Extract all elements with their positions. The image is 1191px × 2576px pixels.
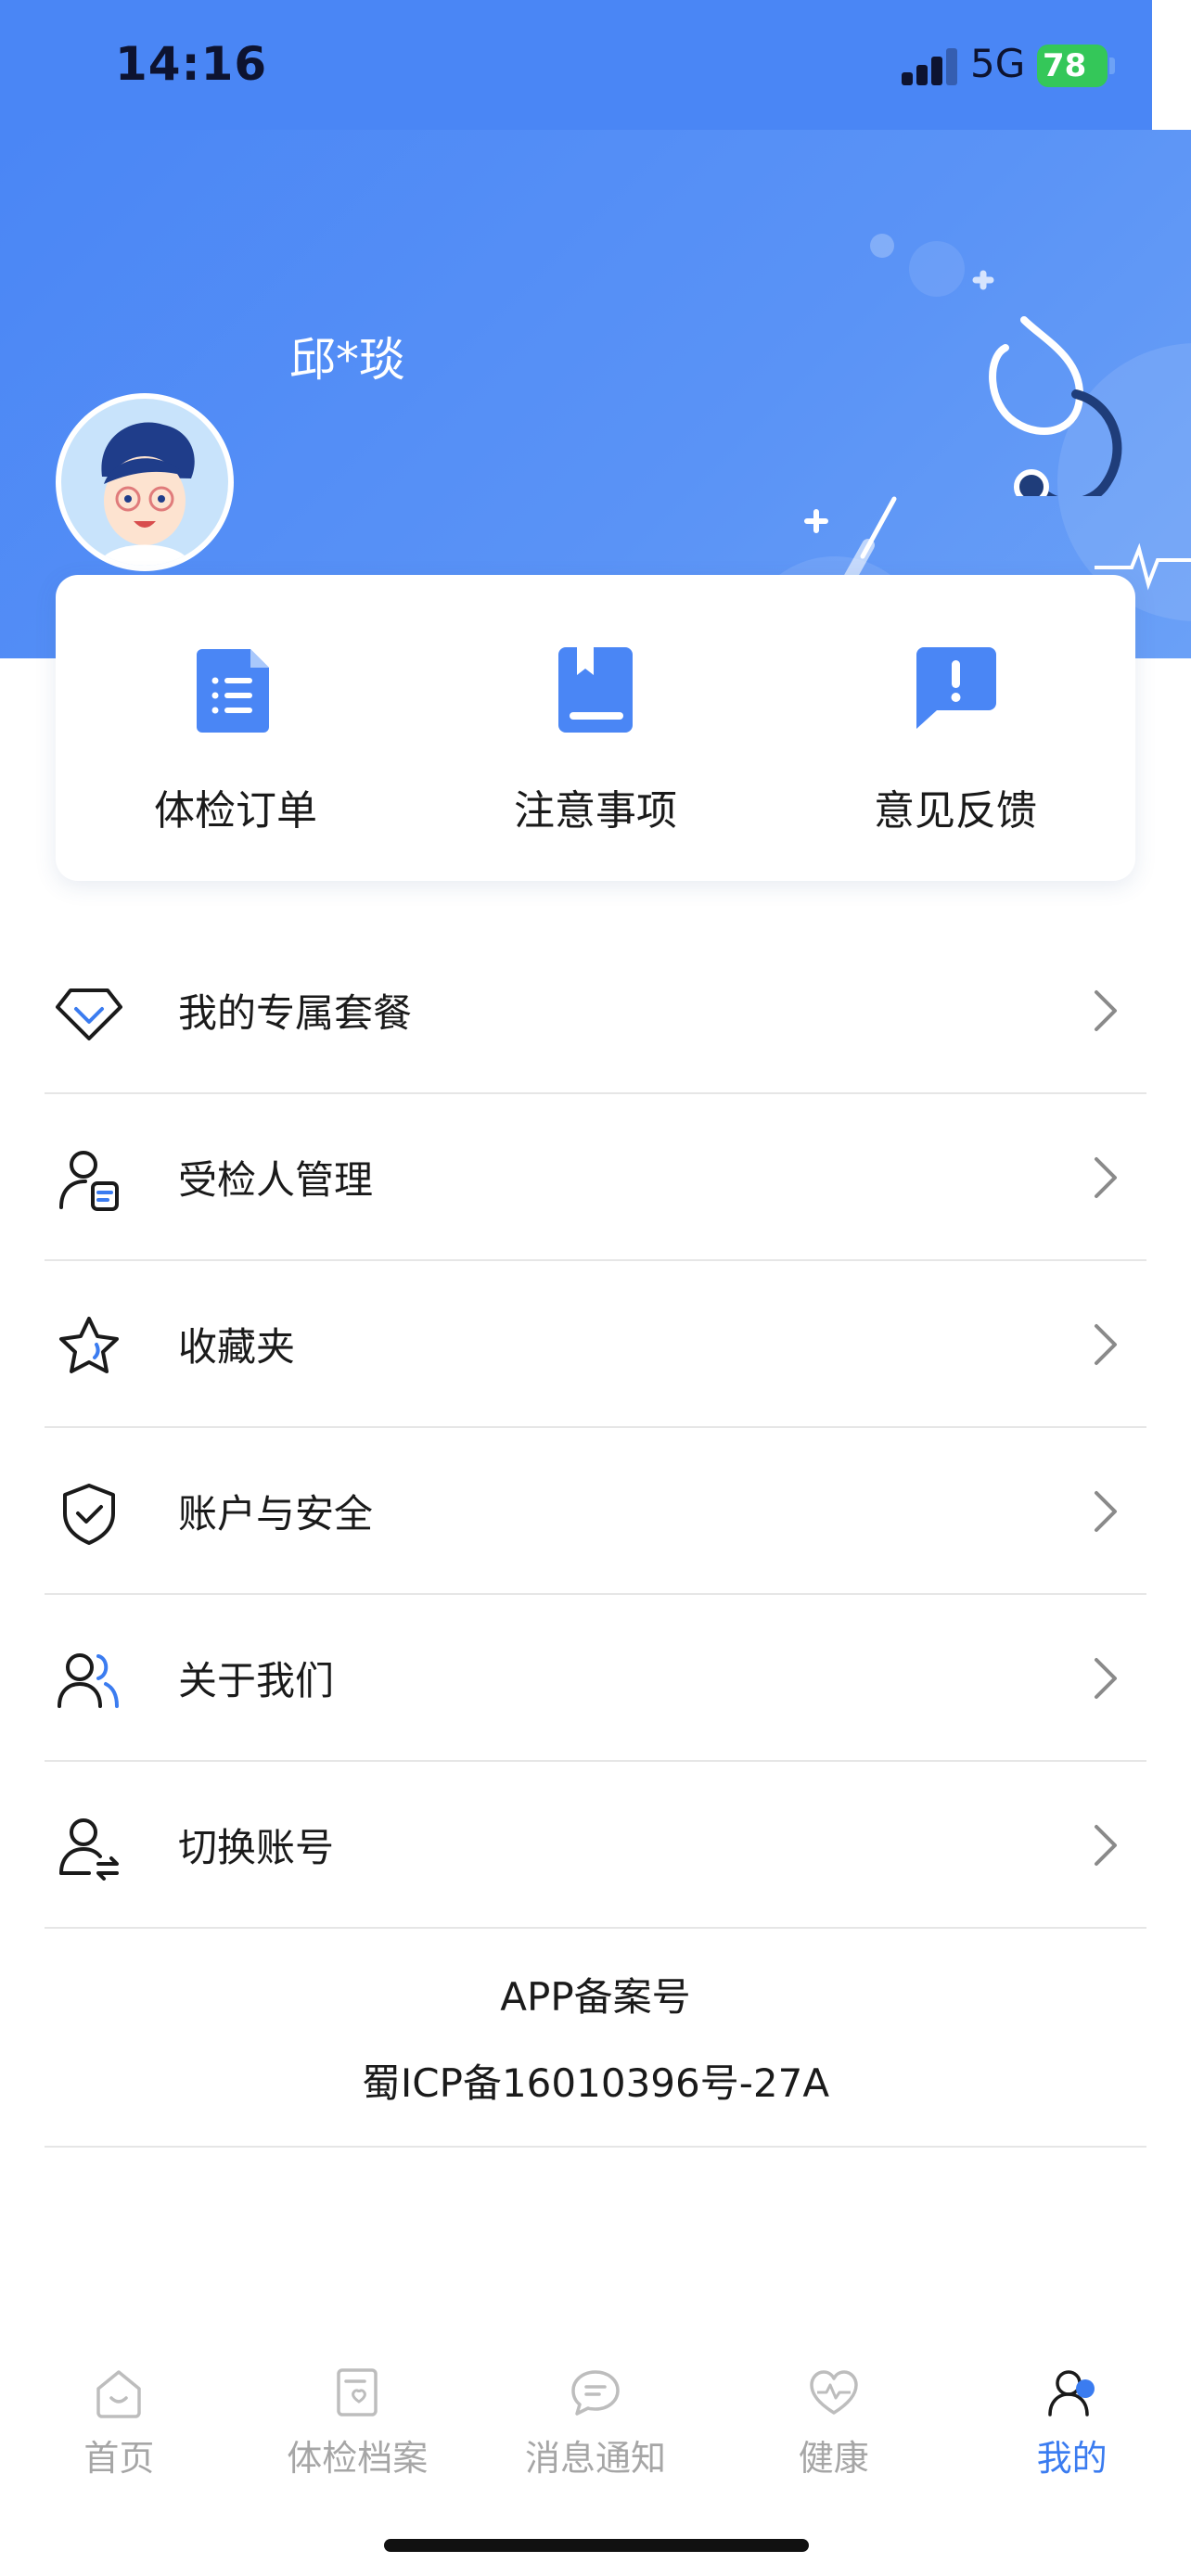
quick-action-notes[interactable]: 注意事项 bbox=[416, 575, 775, 881]
battery-level: 78 bbox=[1043, 47, 1087, 84]
avatar-illustration-icon bbox=[98, 422, 195, 566]
tab-profile[interactable]: 我的 bbox=[953, 2346, 1191, 2485]
quick-action-feedback[interactable]: 意见反馈 bbox=[775, 575, 1135, 881]
signal-icon bbox=[902, 48, 961, 85]
status-bar: 14:16 5G 78 bbox=[0, 0, 1152, 130]
home-icon bbox=[96, 2370, 142, 2418]
tab-label: 首页 bbox=[83, 2438, 155, 2479]
menu-item-switch-account[interactable]: 切换账号 bbox=[45, 1762, 1146, 1929]
filing-title: APP备案号 bbox=[500, 1974, 691, 2020]
menu-item-about-us[interactable]: 关于我们 bbox=[45, 1595, 1146, 1762]
status-edge bbox=[1152, 0, 1191, 130]
people-icon bbox=[58, 1653, 119, 1708]
battery-icon: 78 bbox=[1037, 45, 1108, 87]
chevron-right-icon bbox=[1095, 1324, 1117, 1365]
filing-number[interactable]: 蜀ICP备16010396号-27A bbox=[45, 2052, 1146, 2109]
menu-item-label: 收藏夹 bbox=[178, 1323, 296, 1370]
chevron-right-icon bbox=[1095, 1157, 1117, 1198]
chevron-right-icon bbox=[1095, 1658, 1117, 1699]
chevron-right-icon bbox=[1095, 1825, 1117, 1866]
heart-pulse-icon bbox=[810, 2370, 858, 2415]
network-type: 5G bbox=[970, 41, 1026, 86]
menu-item-label: 受检人管理 bbox=[178, 1156, 374, 1203]
menu-item-label: 账户与安全 bbox=[178, 1490, 374, 1537]
notebook-icon bbox=[558, 647, 633, 733]
avatar[interactable] bbox=[56, 393, 234, 571]
home-indicator[interactable] bbox=[384, 2539, 809, 2552]
tab-label: 健康 bbox=[798, 2438, 869, 2479]
quick-action-label: 意见反馈 bbox=[874, 787, 1037, 835]
tab-health[interactable]: 健康 bbox=[714, 2346, 953, 2485]
battery-tip bbox=[1109, 57, 1115, 74]
shield-check-icon bbox=[63, 1484, 115, 1545]
menu-item-label: 切换账号 bbox=[178, 1824, 335, 1870]
quick-actions-card: 体检订单 注意事项 意见反馈 bbox=[56, 575, 1135, 881]
quick-action-label: 体检订单 bbox=[154, 787, 317, 835]
profile-icon bbox=[1047, 2370, 1095, 2417]
tab-health-record[interactable]: 体检档案 bbox=[238, 2346, 477, 2485]
username: 邱*琰 bbox=[289, 333, 405, 387]
tab-label: 消息通知 bbox=[524, 2438, 666, 2479]
app-filing-info: APP备案号 蜀ICP备16010396号-27A bbox=[45, 1925, 1146, 2148]
person-card-icon bbox=[59, 1151, 119, 1211]
bottom-tab-bar: 首页 体检档案 消息通知 健康 我的 bbox=[0, 2346, 1191, 2485]
tab-messages[interactable]: 消息通知 bbox=[477, 2346, 715, 2485]
quick-action-label: 注意事项 bbox=[514, 787, 677, 835]
tab-home[interactable]: 首页 bbox=[0, 2346, 238, 2485]
stethoscope-icon bbox=[972, 270, 1122, 496]
settings-menu: 我的专属套餐 受检人管理 收藏夹 账户与安全 关于我们 切换账号 bbox=[45, 927, 1146, 1929]
menu-item-exclusive-package[interactable]: 我的专属套餐 bbox=[45, 927, 1146, 1094]
status-time: 14:16 bbox=[115, 37, 268, 91]
health-record-icon bbox=[337, 2368, 378, 2417]
chevron-right-icon bbox=[1095, 990, 1117, 1031]
switch-account-icon bbox=[59, 1818, 119, 1881]
chevron-right-icon bbox=[1095, 1491, 1117, 1532]
tab-label: 我的 bbox=[1036, 2438, 1108, 2479]
quick-action-orders[interactable]: 体检订单 bbox=[56, 575, 416, 881]
menu-item-label: 关于我们 bbox=[178, 1657, 335, 1703]
menu-item-favorites[interactable]: 收藏夹 bbox=[45, 1261, 1146, 1428]
order-list-icon bbox=[197, 649, 269, 733]
menu-item-label: 我的专属套餐 bbox=[178, 989, 413, 1036]
feedback-icon bbox=[916, 647, 996, 729]
menu-item-examinee-management[interactable]: 受检人管理 bbox=[45, 1094, 1146, 1261]
menu-item-account-security[interactable]: 账户与安全 bbox=[45, 1428, 1146, 1595]
tab-label: 体检档案 bbox=[287, 2438, 429, 2479]
diamond-icon bbox=[56, 988, 122, 1040]
message-icon bbox=[571, 2370, 620, 2416]
star-icon bbox=[59, 1317, 119, 1373]
